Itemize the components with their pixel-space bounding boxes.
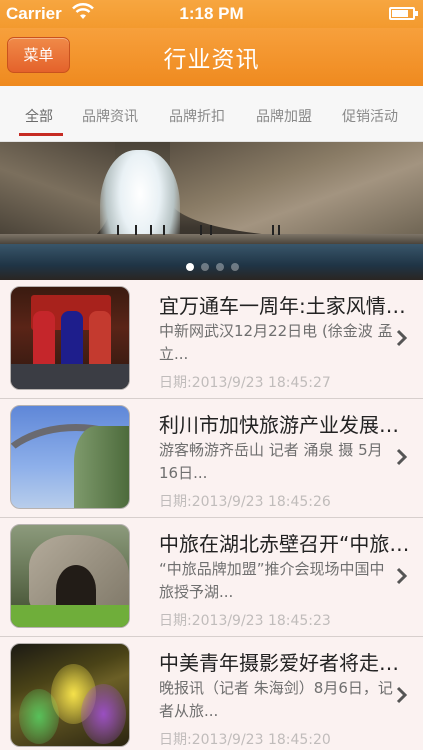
news-title: 利川市加快旅游产业发展步伐 [159,413,414,437]
news-thumbnail [10,405,130,509]
news-title: 中美青年摄影爱好者将走进腾龙洞 [159,651,414,675]
carousel-dot[interactable] [201,263,209,271]
carousel-page-indicator[interactable] [186,263,246,271]
news-date: 日期:2013/9/23 18:45:26 [159,494,331,510]
list-item[interactable]: 利川市加快旅游产业发展步伐 游客畅游齐岳山 记者 涌泉 摄 5月16日... 日… [0,399,423,518]
banner-carousel[interactable] [0,142,423,280]
list-item[interactable]: 中美青年摄影爱好者将走进腾龙洞 晚报讯（记者 朱海剑）8月6日，记者从旅... … [0,637,423,750]
list-item[interactable]: 宜万通车一周年:土家风情旅游发展 中新网武汉12月22日电 (徐金波 孟立...… [0,280,423,399]
battery-icon [389,7,418,20]
navigation-bar: 菜单 行业资讯 [0,28,423,86]
news-title: 中旅在湖北赤壁召开“中旅品牌加盟” [159,532,414,556]
status-bar: Carrier 1:18 PM [0,0,423,28]
news-thumbnail [10,286,130,390]
news-summary: 晚报讯（记者 朱海剑）8月6日，记者从旅... [159,679,393,720]
chevron-right-icon [396,329,408,347]
chevron-right-icon [396,448,408,466]
carousel-dot[interactable] [216,263,224,271]
news-date: 日期:2013/9/23 18:45:23 [159,613,331,629]
news-title: 宜万通车一周年:土家风情旅游发展 [159,294,414,318]
carousel-dot[interactable] [186,263,194,271]
tab-brand-franchise[interactable]: 品牌加盟 [256,106,312,126]
news-summary: “中旅品牌加盟”推介会现场中国中旅授予湖... [159,560,385,601]
tab-promotions[interactable]: 促销活动 [342,106,398,126]
news-date: 日期:2013/9/23 18:45:20 [159,732,331,748]
carousel-dot[interactable] [231,263,239,271]
tab-brand-discount[interactable]: 品牌折扣 [169,106,225,126]
news-date: 日期:2013/9/23 18:45:27 [159,375,331,391]
news-summary: 中新网武汉12月22日电 (徐金波 孟立... [159,322,393,363]
news-thumbnail [10,643,130,747]
category-tabs: 全部 品牌资讯 品牌折扣 品牌加盟 促销活动 [0,86,423,142]
news-thumbnail [10,524,130,628]
chevron-right-icon [396,567,408,585]
tab-indicator [19,133,63,136]
clock: 1:18 PM [179,4,244,23]
page-title: 行业资讯 [163,47,260,73]
tab-brand-news[interactable]: 品牌资讯 [82,106,138,126]
list-item[interactable]: 中旅在湖北赤壁召开“中旅品牌加盟” “中旅品牌加盟”推介会现场中国中旅授予湖..… [0,518,423,637]
tab-all[interactable]: 全部 [25,106,53,126]
news-summary: 游客畅游齐岳山 记者 涌泉 摄 5月16日... [159,441,383,482]
chevron-right-icon [396,686,408,704]
